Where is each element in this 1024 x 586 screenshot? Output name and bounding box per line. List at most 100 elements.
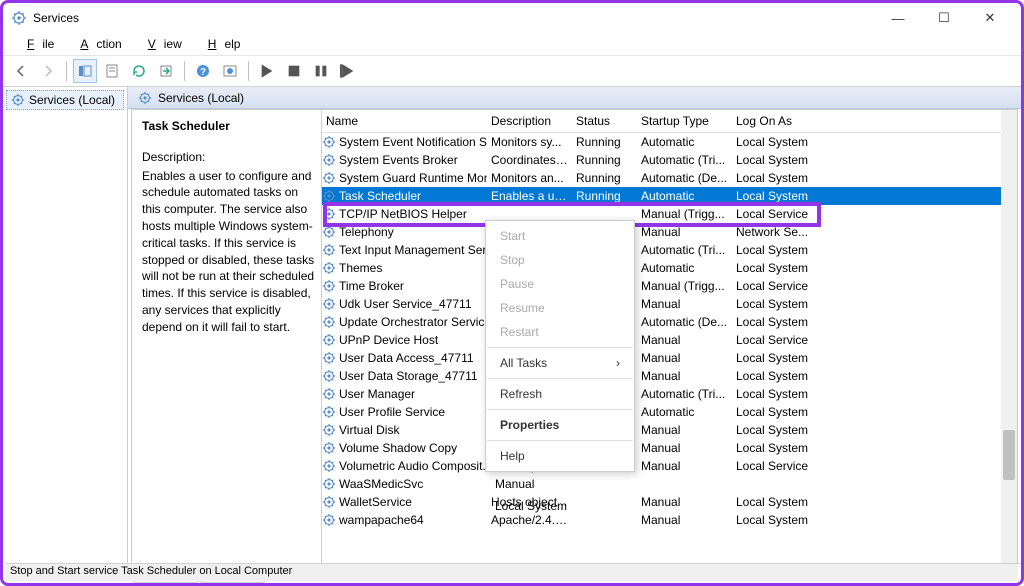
gear-icon <box>138 91 152 105</box>
col-description[interactable]: Description <box>487 110 572 132</box>
ctx-start[interactable]: Start <box>486 224 634 248</box>
service-name: System Events Broker <box>339 153 458 167</box>
ctx-all-tasks[interactable]: All Tasks› <box>486 351 634 375</box>
service-name: Update Orchestrator Service <box>339 315 487 329</box>
service-name: Time Broker <box>339 279 404 293</box>
list-header: Name Description Status Startup Type Log… <box>322 110 1017 133</box>
gear-icon <box>322 333 336 347</box>
service-desc: Enables a us... <box>487 185 572 207</box>
titlebar: Services — ☐ ✕ <box>3 3 1021 33</box>
start-service-button[interactable] <box>255 59 279 83</box>
gear-icon <box>322 459 336 473</box>
window-title: Services <box>33 11 79 25</box>
gear-icon <box>322 495 336 509</box>
ctx-refresh[interactable]: Refresh <box>486 382 634 406</box>
service-name: TCP/IP NetBIOS Helper <box>339 207 467 221</box>
ctx-pause[interactable]: Pause <box>486 272 634 296</box>
ctx-properties[interactable]: Properties <box>486 413 634 437</box>
gear-icon <box>322 315 336 329</box>
service-name: wampapache64 <box>339 513 424 527</box>
scrollbar[interactable] <box>1001 110 1017 563</box>
show-hide-tree-button[interactable] <box>73 59 97 83</box>
service-name: UPnP Device Host <box>339 333 438 347</box>
export-button[interactable] <box>154 59 178 83</box>
service-name: WalletService <box>339 495 412 509</box>
toolbar: ? <box>3 55 1021 87</box>
gear-icon <box>322 441 336 455</box>
service-row[interactable]: wampapache64Apache/2.4.5...ManualLocal S… <box>322 511 1017 529</box>
service-startup: Manual <box>637 509 732 529</box>
gear-icon <box>322 279 336 293</box>
context-menu: Start Stop Pause Resume Restart All Task… <box>485 220 635 472</box>
gear-icon <box>322 369 336 383</box>
list-pane: Name Description Status Startup Type Log… <box>322 110 1017 563</box>
help-button[interactable]: ? <box>191 59 215 83</box>
service-name: User Manager <box>339 387 415 401</box>
gear-icon <box>322 405 336 419</box>
service-startup: Manual <box>637 455 732 477</box>
gear-icon <box>322 207 336 221</box>
minimize-button[interactable]: — <box>875 4 921 32</box>
service-name: Volume Shadow Copy <box>339 441 457 455</box>
ctx-resume[interactable]: Resume <box>486 296 634 320</box>
service-name: WaaSMedicSvc <box>339 477 423 491</box>
detail-description-label: Description: <box>142 149 315 166</box>
gear-icon <box>322 153 336 167</box>
service-name: Virtual Disk <box>339 423 399 437</box>
col-name[interactable]: Name <box>322 110 487 132</box>
tree-root-label: Services (Local) <box>29 93 115 107</box>
statusbar: Stop and Start service Task Scheduler on… <box>6 563 1018 581</box>
service-name: Themes <box>339 261 382 275</box>
service-status <box>572 516 637 524</box>
service-name: User Data Access_47711 <box>339 351 474 365</box>
refresh-button[interactable] <box>127 59 151 83</box>
service-name: System Guard Runtime Mon... <box>339 171 487 185</box>
menu-action[interactable]: Action <box>64 35 129 53</box>
gear-icon <box>322 477 336 491</box>
service-name: Task Scheduler <box>339 189 421 203</box>
menu-view[interactable]: View <box>132 35 190 53</box>
restart-service-button[interactable] <box>336 59 360 83</box>
tree-root[interactable]: Services (Local) <box>6 90 124 110</box>
pause-service-button[interactable] <box>309 59 333 83</box>
gear-icon <box>322 261 336 275</box>
back-button[interactable] <box>9 59 33 83</box>
service-logon: Local System <box>732 509 815 529</box>
service-name: Udk User Service_47711 <box>339 297 472 311</box>
close-button[interactable]: ✕ <box>967 4 1013 32</box>
gear-icon <box>322 243 336 257</box>
service-name: Telephony <box>339 225 394 239</box>
gear-icon <box>322 513 336 527</box>
service-logon: Local Service <box>732 455 815 477</box>
service-status <box>572 210 637 218</box>
ctx-help[interactable]: Help <box>486 444 634 468</box>
col-logon[interactable]: Log On As <box>732 110 815 132</box>
maximize-button[interactable]: ☐ <box>921 4 967 32</box>
panel-header: Services (Local) <box>128 87 1021 109</box>
detail-service-name: Task Scheduler <box>142 118 315 135</box>
scroll-thumb[interactable] <box>1003 430 1015 480</box>
menu-help[interactable]: Help <box>192 35 249 53</box>
ctx-stop[interactable]: Stop <box>486 248 634 272</box>
menu-file[interactable]: File <box>11 35 62 53</box>
gear-icon <box>322 423 336 437</box>
col-status[interactable]: Status <box>572 110 637 132</box>
tree-panel: Services (Local) <box>3 87 128 564</box>
service-name: User Profile Service <box>339 405 445 419</box>
service-status <box>572 498 637 506</box>
gear-icon <box>322 189 336 203</box>
service-name: User Data Storage_47711 <box>339 369 478 383</box>
gear-icon <box>322 351 336 365</box>
service-name: Volumetric Audio Composit... <box>339 459 487 473</box>
svg-text:?: ? <box>200 67 206 78</box>
properties-button[interactable] <box>100 59 124 83</box>
gear-icon <box>322 171 336 185</box>
col-startup[interactable]: Startup Type <box>637 110 732 132</box>
forward-button[interactable] <box>36 59 60 83</box>
gear-icon <box>322 135 336 149</box>
ctx-restart[interactable]: Restart <box>486 320 634 344</box>
service-name: Text Input Management Ser... <box>339 243 487 257</box>
stop-service-button[interactable] <box>282 59 306 83</box>
gear-icon <box>322 297 336 311</box>
help-button-2[interactable] <box>218 59 242 83</box>
